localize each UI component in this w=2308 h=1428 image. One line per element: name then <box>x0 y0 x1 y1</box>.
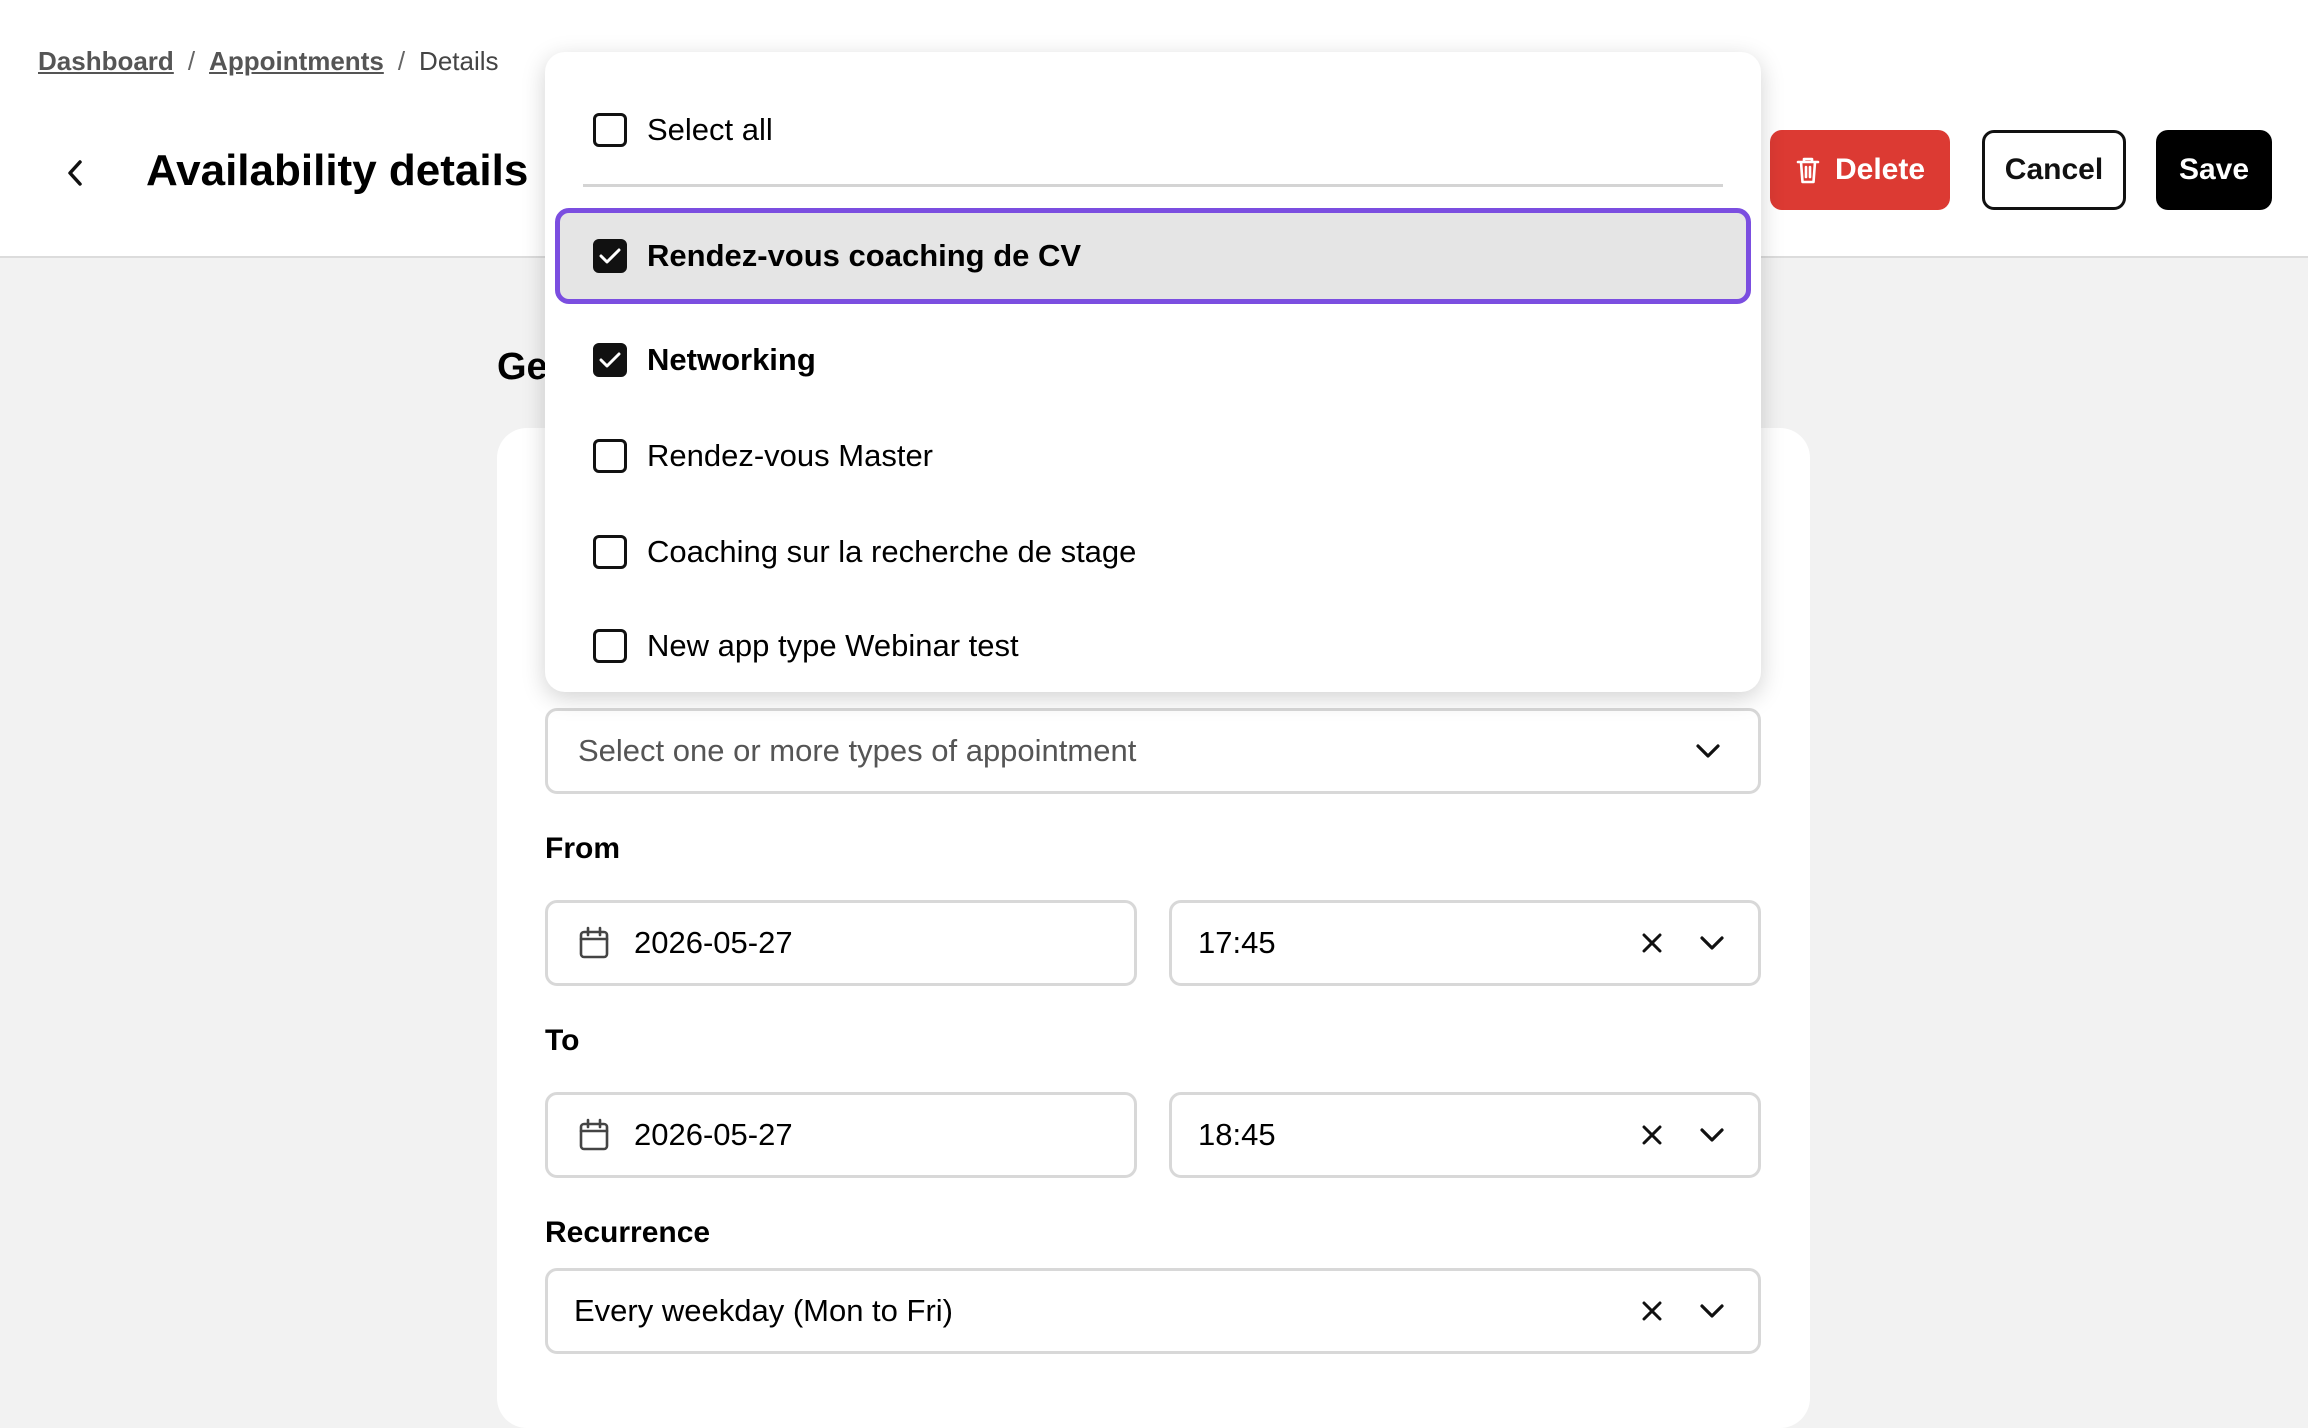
appointment-type-dropdown: Select all Rendez-vous coaching de CV Ne… <box>545 52 1761 692</box>
back-button[interactable] <box>50 148 100 198</box>
appointment-type-placeholder: Select one or more types of appointment <box>578 733 1137 768</box>
close-icon[interactable] <box>1632 923 1672 963</box>
trash-icon <box>1796 157 1820 184</box>
breadcrumb-separator: / <box>397 46 406 76</box>
check-icon <box>599 352 621 368</box>
chevron-left-icon <box>68 160 82 186</box>
from-label: From <box>545 832 620 865</box>
dropdown-option[interactable]: Rendez-vous coaching de CV <box>555 208 1751 304</box>
option-label: Rendez-vous Master <box>647 438 934 473</box>
breadcrumb-current: Details <box>419 46 499 76</box>
select-all-checkbox[interactable] <box>593 113 627 147</box>
to-time-value: 18:45 <box>1198 1117 1276 1152</box>
from-time-select[interactable]: 17:45 <box>1169 900 1761 986</box>
delete-button[interactable]: Delete <box>1770 130 1950 210</box>
option-checkbox[interactable] <box>593 239 627 273</box>
recurrence-select[interactable]: Every weekday (Mon to Fri) <box>545 1268 1761 1354</box>
option-checkbox[interactable] <box>593 629 627 663</box>
dropdown-option[interactable]: New app type Webinar test <box>555 598 1751 694</box>
recurrence-label: Recurrence <box>545 1216 711 1249</box>
chevron-down-icon[interactable] <box>1692 1291 1732 1331</box>
calendar-icon <box>578 926 610 960</box>
cancel-button[interactable]: Cancel <box>1982 130 2126 210</box>
chevron-down-icon[interactable] <box>1692 923 1732 963</box>
recurrence-value: Every weekday (Mon to Fri) <box>574 1293 953 1328</box>
chevron-down-icon[interactable] <box>1688 731 1728 771</box>
from-date-value: 2026-05-27 <box>634 925 793 960</box>
dropdown-divider <box>583 184 1723 187</box>
option-label: Networking <box>647 342 816 377</box>
from-date-input[interactable]: 2026-05-27 <box>545 900 1137 986</box>
breadcrumb-separator: / <box>187 46 196 76</box>
page-title: Availability details <box>146 146 529 195</box>
option-label: Rendez-vous coaching de CV <box>647 238 1082 273</box>
to-date-value: 2026-05-27 <box>634 1117 793 1152</box>
chevron-down-icon[interactable] <box>1692 1115 1732 1155</box>
to-label: To <box>545 1024 580 1057</box>
select-all-option[interactable]: Select all <box>555 82 1751 178</box>
breadcrumb: Dashboard / Appointments / Details <box>38 46 499 77</box>
option-label: New app type Webinar test <box>647 628 1019 663</box>
dropdown-option[interactable]: Rendez-vous Master <box>555 408 1751 504</box>
dropdown-option[interactable]: Networking <box>555 312 1751 408</box>
option-label: Coaching sur la recherche de stage <box>647 534 1137 569</box>
delete-button-label: Delete <box>1834 153 1926 186</box>
breadcrumb-dashboard-link[interactable]: Dashboard <box>38 46 174 76</box>
dropdown-option[interactable]: Coaching sur la recherche de stage <box>555 504 1751 600</box>
option-checkbox[interactable] <box>593 535 627 569</box>
to-time-select[interactable]: 18:45 <box>1169 1092 1761 1178</box>
to-date-input[interactable]: 2026-05-27 <box>545 1092 1137 1178</box>
close-icon[interactable] <box>1632 1291 1672 1331</box>
calendar-icon <box>578 1118 610 1152</box>
save-button[interactable]: Save <box>2156 130 2272 210</box>
check-icon <box>599 248 621 264</box>
section-heading: Ge <box>497 346 548 388</box>
select-all-label: Select all <box>647 112 773 147</box>
close-icon[interactable] <box>1632 1115 1672 1155</box>
from-time-value: 17:45 <box>1198 925 1276 960</box>
appointment-type-select[interactable]: Select one or more types of appointment <box>545 708 1761 794</box>
option-checkbox[interactable] <box>593 343 627 377</box>
option-checkbox[interactable] <box>593 439 627 473</box>
breadcrumb-appointments-link[interactable]: Appointments <box>209 46 384 76</box>
